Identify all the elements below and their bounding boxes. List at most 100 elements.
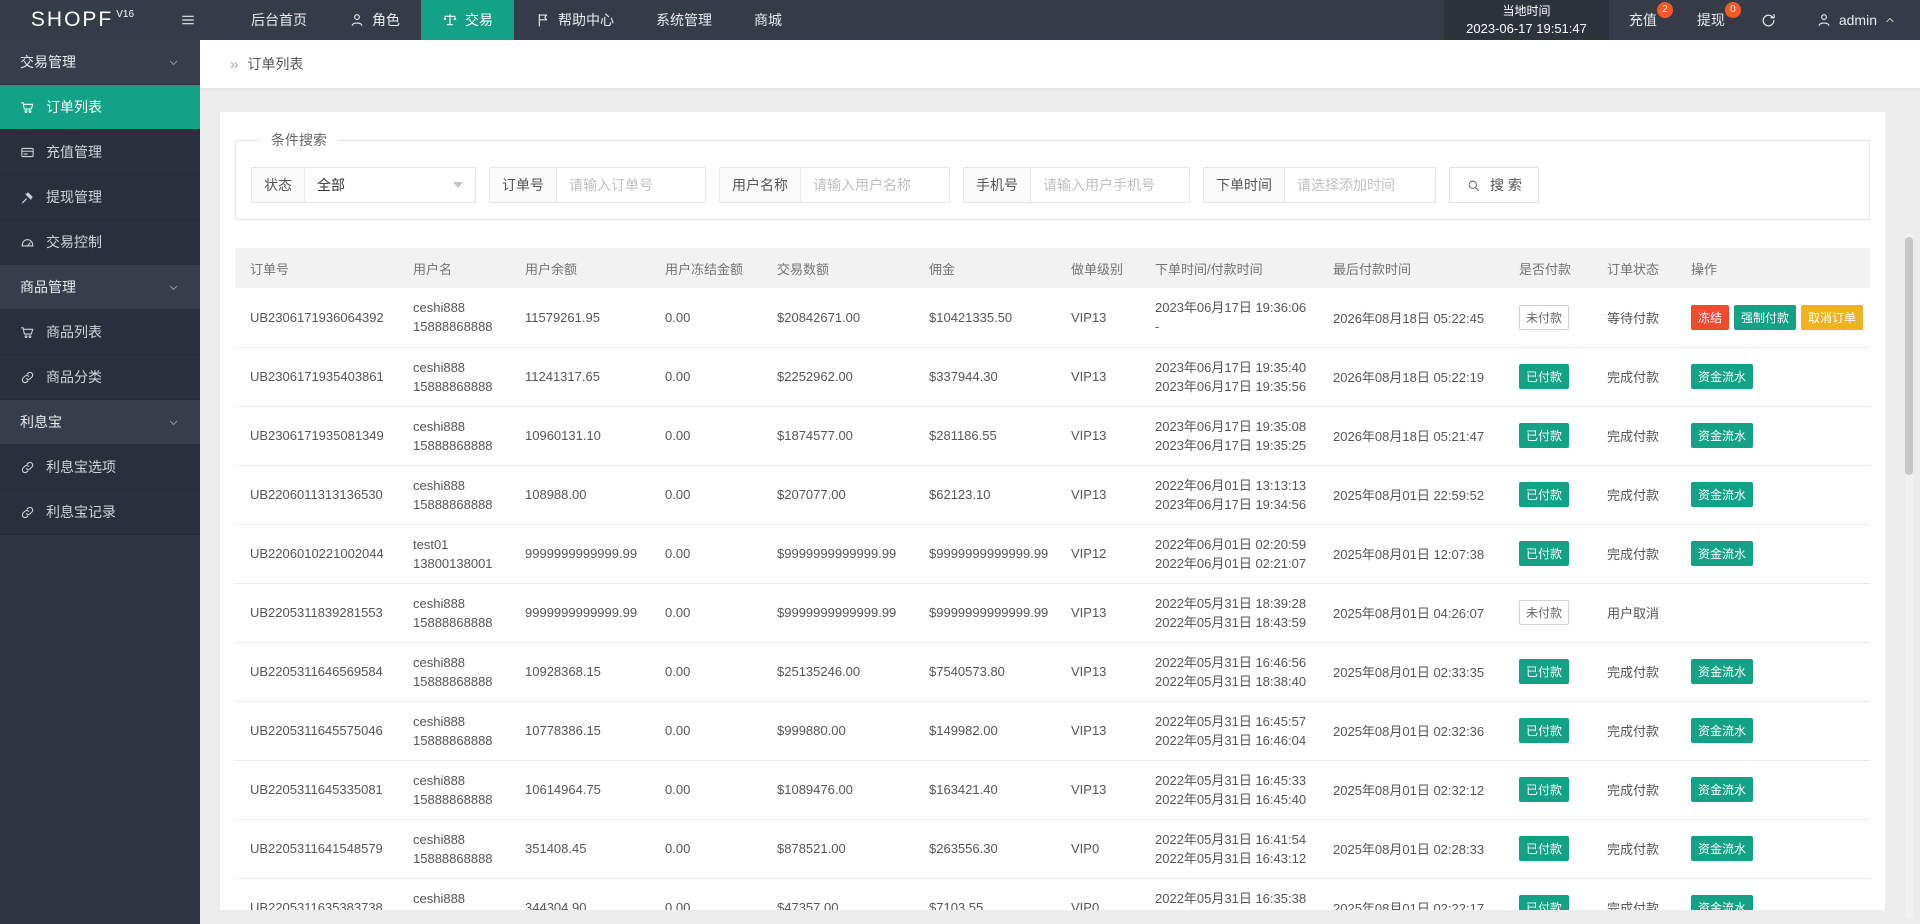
sidebar-item[interactable]: 交易控制 bbox=[0, 220, 200, 265]
frozen-cell: 0.00 bbox=[655, 406, 767, 465]
user-cell: test0113800138001 bbox=[403, 524, 515, 583]
local-time: 当地时间 2023-06-17 19:51:47 bbox=[1444, 0, 1609, 40]
user-cell: ceshi88815888868888 bbox=[403, 465, 515, 524]
link-icon bbox=[20, 460, 35, 475]
refresh-icon bbox=[1760, 12, 1777, 29]
amount-cell: $2252962.00 bbox=[767, 347, 919, 406]
sidebar-group[interactable]: 利息宝 bbox=[0, 400, 200, 445]
person-icon bbox=[1816, 12, 1832, 28]
order-status-cell: 完成付款 bbox=[1597, 642, 1681, 701]
column-header: 交易数额 bbox=[767, 248, 919, 288]
order-no-cell: UB2206011313136530 bbox=[235, 465, 403, 524]
withdraw-button[interactable]: 提现 0 bbox=[1677, 0, 1745, 40]
force-pay-button[interactable]: 强制付款 bbox=[1734, 305, 1796, 330]
recharge-button[interactable]: 充值 2 bbox=[1609, 0, 1677, 40]
chevron-down-icon bbox=[453, 182, 463, 188]
actions-cell: 资金流水 bbox=[1681, 642, 1870, 701]
fund-flow-button[interactable]: 资金流水 bbox=[1691, 541, 1753, 566]
nav-menu-item[interactable]: 后台首页 bbox=[230, 0, 328, 40]
line-2: 2022年06月01日 02:21:07 bbox=[1155, 554, 1315, 573]
commission-cell: $281186.55 bbox=[919, 406, 1061, 465]
order-no-label: 订单号 bbox=[490, 168, 557, 202]
table-row: UB2306171936064392ceshi88815888868888115… bbox=[235, 288, 1870, 347]
cancel-order-button[interactable]: 取消订单 bbox=[1801, 305, 1863, 330]
sidebar-item[interactable]: 商品列表 bbox=[0, 310, 200, 355]
line-2: 2022年05月31日 16:43:12 bbox=[1155, 849, 1315, 868]
fund-flow-button[interactable]: 资金流水 bbox=[1691, 659, 1753, 684]
fund-flow-button[interactable]: 资金流水 bbox=[1691, 836, 1753, 861]
paid-cell: 已付款 bbox=[1509, 406, 1597, 465]
level-cell: VIP0 bbox=[1061, 819, 1145, 878]
nav-menu-item[interactable]: 商城 bbox=[733, 0, 803, 40]
nav-menu-item[interactable]: 帮助中心 bbox=[514, 0, 635, 40]
sidebar-item[interactable]: 提现管理 bbox=[0, 175, 200, 220]
sidebar-group-label: 商品管理 bbox=[20, 277, 76, 297]
breadcrumb-arrow-icon: » bbox=[230, 56, 238, 73]
line-1: 2022年05月31日 16:46:56 bbox=[1155, 653, 1315, 672]
line-1: 2023年06月17日 19:36:06 bbox=[1155, 298, 1315, 317]
paid-cell: 已付款 bbox=[1509, 878, 1597, 910]
order-no-input[interactable] bbox=[557, 168, 705, 202]
amount-cell: $999880.00 bbox=[767, 701, 919, 760]
nav-menu-item[interactable]: 交易 bbox=[421, 0, 514, 40]
sidebar-item[interactable]: 利息宝记录 bbox=[0, 490, 200, 535]
line-2: 2023年06月17日 19:35:56 bbox=[1155, 377, 1315, 396]
balance-cell: 10960131.10 bbox=[515, 406, 655, 465]
amount-cell: $1874577.00 bbox=[767, 406, 919, 465]
recharge-badge: 2 bbox=[1657, 2, 1673, 18]
last-pay-time-cell: 2025年08月01日 02:32:36 bbox=[1323, 701, 1509, 760]
column-header: 做单级别 bbox=[1061, 248, 1145, 288]
scrollbar[interactable] bbox=[1905, 233, 1913, 919]
amount-cell: $878521.00 bbox=[767, 819, 919, 878]
level-cell: VIP13 bbox=[1061, 406, 1145, 465]
sidebar-toggle-button[interactable] bbox=[165, 0, 210, 40]
freeze-button[interactable]: 冻结 bbox=[1691, 305, 1729, 330]
chevron-down-icon bbox=[167, 416, 180, 429]
paid-cell: 已付款 bbox=[1509, 819, 1597, 878]
paid-cell: 已付款 bbox=[1509, 524, 1597, 583]
actions-cell bbox=[1681, 583, 1870, 642]
content-card: 条件搜索 状态 全部 订单号 用户名称 bbox=[220, 112, 1885, 910]
search-button[interactable]: 搜 索 bbox=[1449, 167, 1539, 203]
phone-input[interactable] bbox=[1031, 168, 1189, 202]
nav-menu-item[interactable]: 系统管理 bbox=[635, 0, 733, 40]
last-pay-time-cell: 2025年08月01日 02:22:17 bbox=[1323, 878, 1509, 910]
commission-cell: $9999999999999.99 bbox=[919, 583, 1061, 642]
gauge-icon bbox=[20, 235, 35, 250]
commission-cell: $337944.30 bbox=[919, 347, 1061, 406]
order-time-input[interactable] bbox=[1285, 168, 1435, 202]
sidebar-item[interactable]: 商品分类 bbox=[0, 355, 200, 400]
fund-flow-button[interactable]: 资金流水 bbox=[1691, 895, 1753, 910]
phone-label: 手机号 bbox=[964, 168, 1031, 202]
column-header: 是否付款 bbox=[1509, 248, 1597, 288]
table-row: UB2306171935403861ceshi88815888868888112… bbox=[235, 347, 1870, 406]
paid-cell: 已付款 bbox=[1509, 347, 1597, 406]
fund-flow-button[interactable]: 资金流水 bbox=[1691, 718, 1753, 743]
admin-menu[interactable]: admin bbox=[1792, 0, 1920, 40]
nav-menu-item-label: 系统管理 bbox=[656, 10, 712, 30]
nav-menu-item[interactable]: 角色 bbox=[328, 0, 421, 40]
balance-cell: 10778386.15 bbox=[515, 701, 655, 760]
username-input[interactable] bbox=[801, 168, 949, 202]
fund-flow-button[interactable]: 资金流水 bbox=[1691, 482, 1753, 507]
column-header: 订单状态 bbox=[1597, 248, 1681, 288]
sidebar-item-label: 利息宝记录 bbox=[46, 502, 116, 522]
order-status-cell: 完成付款 bbox=[1597, 819, 1681, 878]
search-button-label: 搜 索 bbox=[1490, 175, 1522, 195]
search-legend: 条件搜索 bbox=[261, 130, 337, 150]
scrollbar-thumb[interactable] bbox=[1905, 237, 1913, 475]
order-pay-time-cell: 2022年06月01日 02:20:592022年06月01日 02:21:07 bbox=[1145, 524, 1323, 583]
fund-flow-button[interactable]: 资金流水 bbox=[1691, 364, 1753, 389]
fund-flow-button[interactable]: 资金流水 bbox=[1691, 777, 1753, 802]
refresh-button[interactable] bbox=[1745, 0, 1792, 40]
fund-flow-button[interactable]: 资金流水 bbox=[1691, 423, 1753, 448]
sidebar-group[interactable]: 商品管理 bbox=[0, 265, 200, 310]
status-label: 状态 bbox=[252, 168, 305, 202]
sidebar-item[interactable]: 利息宝选项 bbox=[0, 445, 200, 490]
sidebar-group[interactable]: 交易管理 bbox=[0, 40, 200, 85]
status-select[interactable]: 全部 bbox=[305, 168, 475, 202]
sidebar-item[interactable]: 订单列表 bbox=[0, 85, 200, 130]
balance-cell: 10928368.15 bbox=[515, 642, 655, 701]
sidebar-item[interactable]: 充值管理 bbox=[0, 130, 200, 175]
table-row: UB2205311641548579ceshi88815888868888351… bbox=[235, 819, 1870, 878]
